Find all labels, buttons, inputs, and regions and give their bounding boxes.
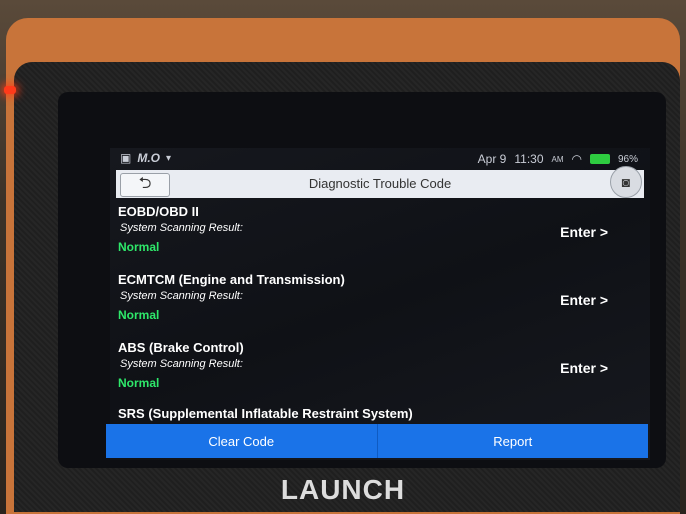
device-screen: ▣ M.O ▾ Apr 9 11:30 AM ◠ 96% ⮌ Diagnosti… — [110, 148, 650, 460]
power-led — [4, 86, 16, 94]
scan-result-label: System Scanning Result: — [120, 222, 243, 234]
clear-code-button[interactable]: Clear Code — [106, 424, 377, 458]
app-label: M.O — [137, 151, 161, 165]
battery-icon — [589, 154, 610, 164]
status-time: 11:30 — [514, 152, 544, 166]
list-item: EOBD/OBD II System Scanning Result: Norm… — [110, 204, 650, 272]
system-name: ABS (Brake Control) — [118, 340, 244, 355]
status-normal: Normal — [118, 376, 160, 390]
report-button[interactable]: Report — [376, 424, 648, 458]
title-bar: ⮌ Diagnostic Trouble Code ◙ — [116, 166, 644, 198]
window-icon: ▣ — [120, 151, 132, 165]
enter-button[interactable]: Enter > — [560, 224, 608, 240]
scan-result-label: System Scanning Result: — [120, 358, 243, 370]
status-bar: ▣ M.O ▾ Apr 9 11:30 AM ◠ 96% — [110, 148, 650, 170]
system-name: SRS (Supplemental Inflatable Restraint S… — [118, 406, 413, 421]
action-bar: Clear Code Report — [106, 424, 648, 458]
status-ampm: AM — [551, 154, 564, 164]
chevron-down-icon: ▾ — [166, 152, 172, 164]
enter-button[interactable]: Enter > — [560, 292, 608, 308]
list-item: ECMTCM (Engine and Transmission) System … — [110, 272, 650, 340]
battery-percent: 96% — [617, 153, 638, 165]
system-name: ECMTCM (Engine and Transmission) — [118, 272, 345, 287]
list-item: SRS (Supplemental Inflatable Restraint S… — [110, 406, 650, 426]
wifi-icon: ◠ — [571, 152, 582, 166]
list-item: ABS (Brake Control) System Scanning Resu… — [110, 340, 650, 408]
status-normal: Normal — [118, 308, 160, 322]
status-normal: Normal — [118, 240, 160, 254]
screenshot-button[interactable]: ◙ — [610, 166, 642, 198]
page-title: Diagnostic Trouble Code — [308, 176, 452, 191]
camera-icon: ◙ — [621, 174, 631, 190]
enter-button[interactable]: Enter > — [560, 360, 608, 376]
status-date: Apr 9 — [477, 152, 507, 166]
scan-result-label: System Scanning Result: — [120, 290, 243, 302]
brand-logo: LAUNCH — [280, 474, 406, 505]
system-name: EOBD/OBD II — [118, 204, 199, 219]
